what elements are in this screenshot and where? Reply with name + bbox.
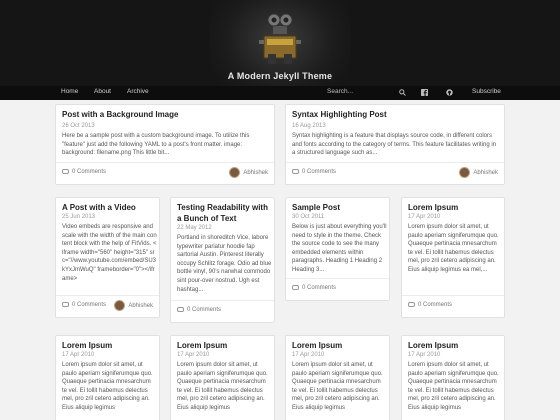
nav-bar: Home About Archive Search... Subscribe bbox=[0, 86, 560, 100]
avatar bbox=[459, 167, 471, 178]
search-input[interactable]: Search... bbox=[327, 88, 407, 98]
facebook-icon[interactable] bbox=[421, 89, 428, 96]
post-title[interactable]: Lorem Ipsum bbox=[408, 340, 458, 351]
post-title[interactable]: Lorem Ipsum bbox=[292, 340, 342, 351]
comments-link[interactable]: 0 Comments bbox=[292, 169, 336, 175]
post-excerpt: Lorem ipsum dolor sit amet, ut paulo ape… bbox=[177, 362, 268, 411]
post-date: 30 Oct 2011 bbox=[292, 214, 325, 220]
post-title[interactable]: Testing Readability with a Bunch of Text bbox=[177, 202, 272, 224]
post-title[interactable]: Sample Post bbox=[292, 202, 340, 213]
comment-icon bbox=[62, 169, 69, 174]
post-title[interactable]: Lorem Ipsum bbox=[408, 202, 458, 213]
comment-icon bbox=[62, 302, 69, 307]
comment-icon bbox=[408, 302, 415, 307]
site-header: A Modern Jekyll Theme bbox=[0, 0, 560, 86]
comments-link[interactable]: 0 Comments bbox=[408, 302, 452, 308]
comment-icon bbox=[177, 307, 184, 312]
post-date: 16 Aug 2013 bbox=[292, 123, 326, 129]
post-card[interactable]: Lorem Ipsum 17 Apr 2010 Lorem ipsum dolo… bbox=[285, 335, 390, 420]
post-excerpt: Below is just about everything you'll ne… bbox=[292, 224, 387, 273]
post-excerpt: Lorem ipsum dolor sit amet, ut paulo ape… bbox=[408, 362, 499, 411]
post-date: 17 Apr 2010 bbox=[408, 214, 441, 220]
comment-icon bbox=[292, 169, 299, 174]
post-card[interactable]: Lorem Ipsum 17 Apr 2010 Lorem ipsum dolo… bbox=[170, 335, 275, 420]
post-date: 26 Oct 2013 bbox=[62, 123, 95, 129]
post-excerpt: Here be a sample post with a custom back… bbox=[62, 133, 250, 157]
avatar bbox=[229, 167, 241, 178]
post-author[interactable]: Abhishek bbox=[229, 167, 268, 178]
post-card[interactable]: Lorem Ipsum 17 Apr 2010 Lorem ipsum dolo… bbox=[401, 197, 505, 318]
nav-archive-link[interactable]: Archive bbox=[127, 88, 149, 95]
post-card[interactable]: Lorem Ipsum 17 Apr 2010 Lorem ipsum dolo… bbox=[401, 335, 505, 420]
search-icon[interactable] bbox=[399, 89, 406, 96]
post-title[interactable]: Syntax Highlighting Post bbox=[292, 109, 387, 120]
post-title[interactable]: A Post with a Video bbox=[62, 202, 136, 213]
post-date: 22 May 2012 bbox=[177, 225, 212, 231]
post-excerpt: Lorem ipsum dolor sit amet, ut paulo ape… bbox=[408, 224, 499, 273]
nav-home-link[interactable]: Home bbox=[61, 88, 78, 95]
github-icon[interactable] bbox=[446, 89, 453, 96]
post-date: 17 Apr 2010 bbox=[292, 352, 325, 358]
post-date: 25 Jun 2013 bbox=[62, 214, 96, 220]
post-card[interactable]: A Post with a Video 25 Jun 2013 Video em… bbox=[55, 197, 160, 318]
post-excerpt: Video embeds are responsive and scale wi… bbox=[62, 224, 157, 282]
post-title[interactable]: Lorem Ipsum bbox=[62, 340, 112, 351]
post-excerpt: Syntax highlighting is a feature that di… bbox=[292, 133, 496, 157]
post-excerpt: Portland in shoreditch Vice, labore type… bbox=[177, 235, 272, 293]
post-card[interactable]: Syntax Highlighting Post 16 Aug 2013 Syn… bbox=[285, 104, 505, 185]
comments-link[interactable]: 0 Comments bbox=[292, 285, 336, 291]
post-title[interactable]: Lorem Ipsum bbox=[177, 340, 227, 351]
post-author[interactable]: Abhishek bbox=[459, 167, 498, 178]
post-date: 17 Apr 2010 bbox=[177, 352, 210, 358]
nav-about-link[interactable]: About bbox=[94, 88, 111, 95]
post-excerpt: Lorem ipsum dolor sit amet, ut paulo ape… bbox=[292, 362, 383, 411]
post-title[interactable]: Post with a Background Image bbox=[62, 109, 178, 120]
post-card[interactable]: Lorem Ipsum 17 Apr 2010 Lorem ipsum dolo… bbox=[55, 335, 160, 420]
comments-link[interactable]: 0 Comments bbox=[62, 302, 106, 308]
comments-link[interactable]: 0 Comments bbox=[177, 307, 221, 313]
post-card[interactable]: Post with a Background Image 26 Oct 2013… bbox=[55, 104, 275, 185]
post-card[interactable]: Sample Post 30 Oct 2011 Below is just ab… bbox=[285, 197, 390, 301]
post-date: 17 Apr 2010 bbox=[408, 352, 441, 358]
site-title[interactable]: A Modern Jekyll Theme bbox=[0, 71, 560, 81]
avatar bbox=[114, 300, 126, 311]
comment-icon bbox=[292, 285, 299, 290]
post-author[interactable]: Abhishek bbox=[114, 300, 153, 311]
post-card[interactable]: Testing Readability with a Bunch of Text… bbox=[170, 197, 275, 323]
comments-link[interactable]: 0 Comments bbox=[62, 169, 106, 175]
post-excerpt: Lorem ipsum dolor sit amet, ut paulo ape… bbox=[62, 362, 153, 411]
post-date: 17 Apr 2010 bbox=[62, 352, 95, 358]
subscribe-link[interactable]: Subscribe bbox=[472, 88, 501, 95]
robot-logo-icon bbox=[259, 13, 301, 64]
